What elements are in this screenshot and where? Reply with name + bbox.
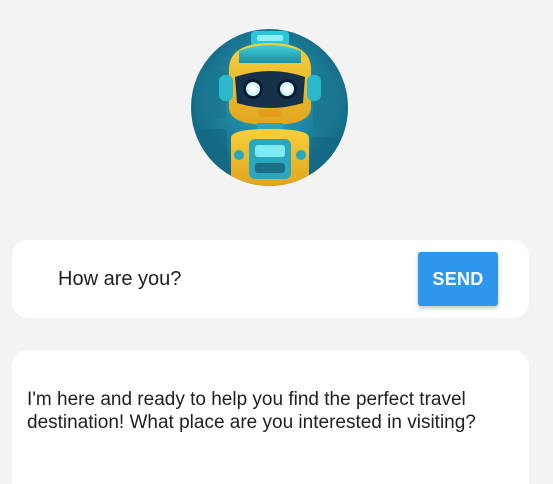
- message-input[interactable]: [58, 268, 398, 291]
- robot-icon: [191, 29, 348, 186]
- reply-card: I'm here and ready to help you find the …: [12, 350, 529, 484]
- message-input-card: SEND: [12, 240, 529, 318]
- robot-avatar: [191, 29, 348, 186]
- send-button[interactable]: SEND: [418, 252, 498, 306]
- chat-page: SEND I'm here and ready to help you find…: [0, 0, 553, 484]
- reply-text: I'm here and ready to help you find the …: [27, 389, 476, 433]
